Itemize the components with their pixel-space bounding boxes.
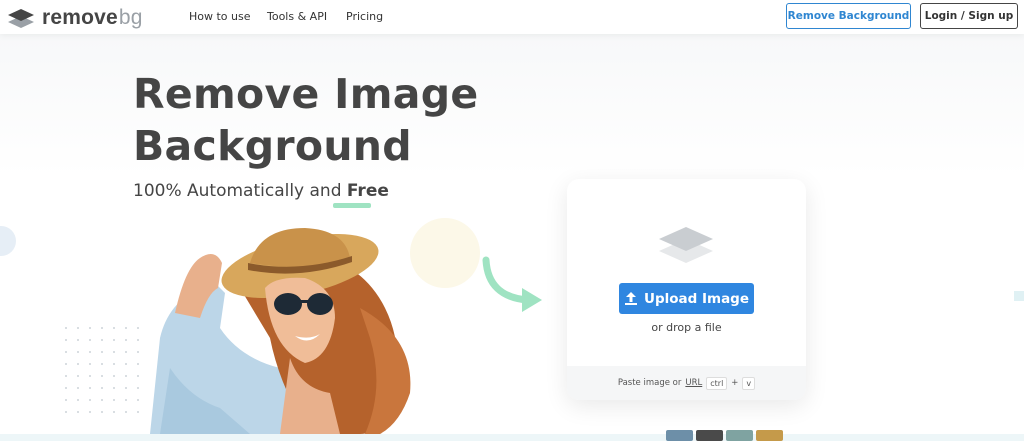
nav-pricing[interactable]: Pricing xyxy=(346,10,383,23)
upload-icon xyxy=(624,291,637,305)
login-signup-button[interactable]: Login / Sign up xyxy=(920,3,1018,29)
upload-image-button[interactable]: Upload Image xyxy=(619,283,754,314)
layers-icon xyxy=(6,7,36,29)
bottom-strip xyxy=(0,434,1024,441)
upload-image-label: Upload Image xyxy=(643,290,750,307)
paste-url-link[interactable]: URL xyxy=(685,378,702,388)
decorative-square xyxy=(1014,291,1024,301)
paste-hint-text: Paste image or xyxy=(617,378,682,388)
woman-with-hat-photo xyxy=(150,228,411,434)
logo-text: removebg xyxy=(42,6,143,29)
layers-icon xyxy=(659,227,713,263)
sample-thumbnail[interactable] xyxy=(666,430,693,441)
top-navigation-bar: removebg How to use Tools & API Pricing … xyxy=(0,0,1024,34)
subtitle-emphasis: Free xyxy=(346,181,389,201)
nav-how-to-use[interactable]: How to use xyxy=(189,10,251,23)
page-title: Remove Image Background xyxy=(133,68,478,172)
key-ctrl: ctrl xyxy=(706,376,728,390)
page-subtitle: 100% Automatically and Free xyxy=(133,181,389,201)
sample-thumbnail[interactable] xyxy=(726,430,753,441)
paste-hint-bar: Paste image or URL ctrl + v xyxy=(567,366,806,400)
page-title-line-2: Background xyxy=(133,122,412,170)
page-title-line-1: Remove Image xyxy=(133,70,479,118)
subtitle-text: 100% Automatically and xyxy=(133,181,347,201)
upload-card[interactable]: Upload Image or drop a file Paste image … xyxy=(567,179,806,400)
remove-background-button[interactable]: Remove Background xyxy=(786,3,911,29)
sample-thumbnail[interactable] xyxy=(756,430,783,441)
emphasis-underline xyxy=(333,203,371,208)
curved-arrow-icon xyxy=(482,256,542,312)
key-v: v xyxy=(742,376,756,390)
logo[interactable]: removebg xyxy=(6,6,143,30)
decorative-dot-grid xyxy=(60,322,140,422)
decorative-circle xyxy=(410,218,480,288)
sample-image-thumbnails xyxy=(666,430,783,441)
drop-file-text: or drop a file xyxy=(651,321,722,334)
key-plus: + xyxy=(731,378,739,388)
sample-thumbnail[interactable] xyxy=(696,430,723,441)
nav-tools-api[interactable]: Tools & API xyxy=(267,10,327,23)
